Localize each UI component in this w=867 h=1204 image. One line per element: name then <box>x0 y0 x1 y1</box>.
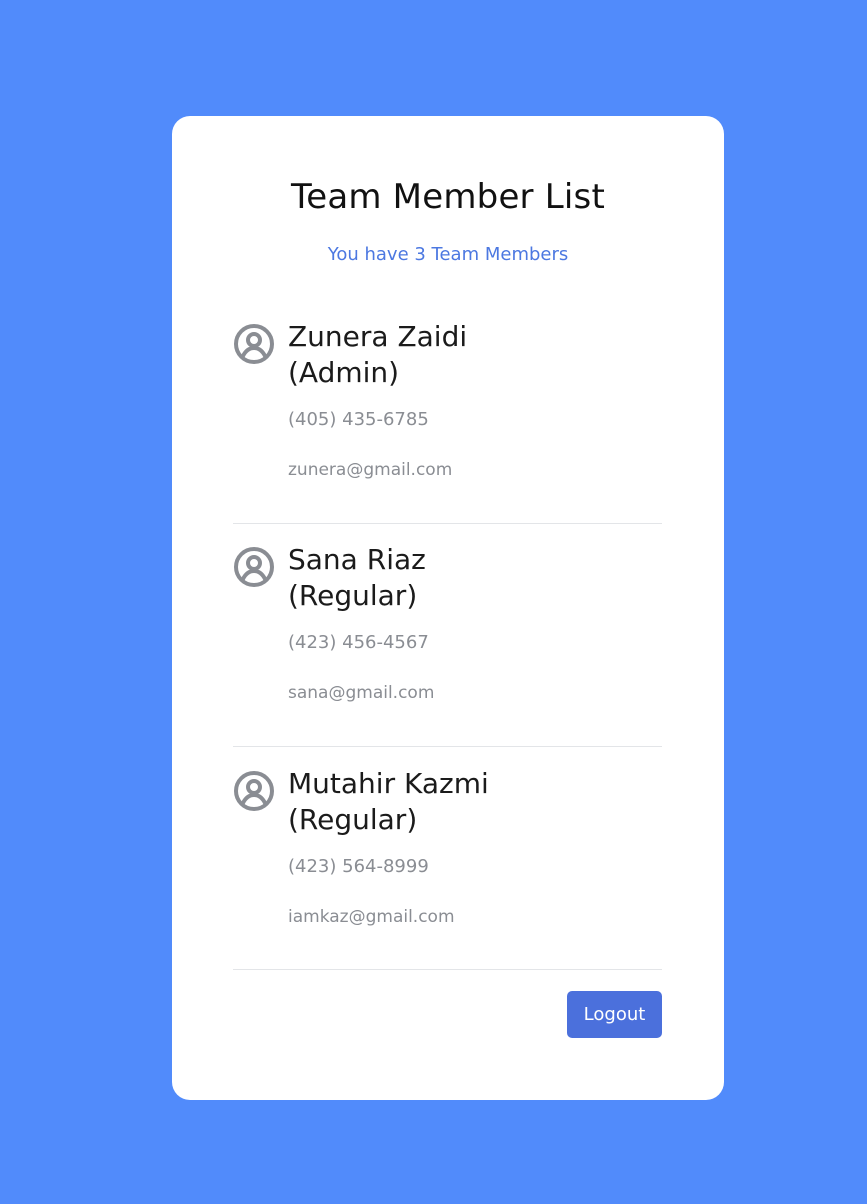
logout-button[interactable]: Logout <box>567 991 662 1038</box>
user-circle-icon <box>233 770 275 812</box>
divider <box>233 746 662 747</box>
member-name: Sana Riaz <box>288 543 426 576</box>
member-phone: (405) 435-6785 <box>288 409 429 430</box>
member-email: zunera@gmail.com <box>288 460 453 480</box>
member-name: Zunera Zaidi <box>288 320 468 353</box>
user-circle-icon <box>233 546 275 588</box>
divider <box>233 969 662 970</box>
user-circle-icon <box>233 323 275 365</box>
member-role: (Admin) <box>288 356 400 389</box>
team-member-card: Team Member List You have 3 Team Members… <box>172 116 724 1100</box>
member-role: (Regular) <box>288 803 418 836</box>
member-email: sana@gmail.com <box>288 683 435 703</box>
member-email: iamkaz@gmail.com <box>288 907 455 927</box>
member-count-subtitle: You have 3 Team Members <box>327 244 569 265</box>
member-phone: (423) 564-8999 <box>288 856 429 877</box>
member-role: (Regular) <box>288 579 418 612</box>
divider <box>233 523 662 524</box>
page-title: Team Member List <box>291 177 605 217</box>
member-phone: (423) 456-4567 <box>288 632 429 653</box>
member-name: Mutahir Kazmi <box>288 767 489 800</box>
